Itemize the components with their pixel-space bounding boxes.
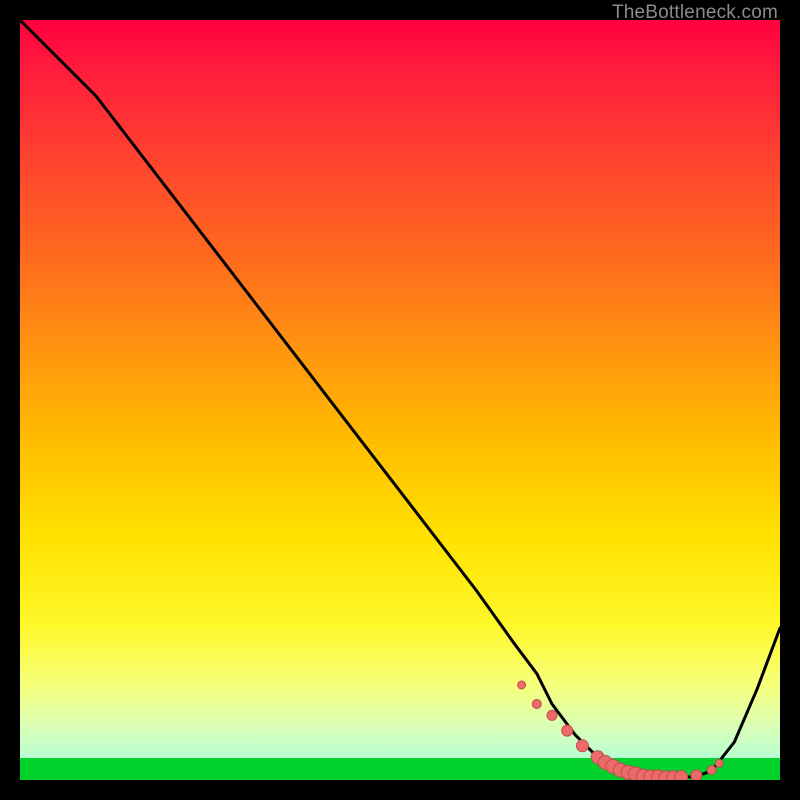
- valley-marker: [651, 770, 665, 780]
- valley-marker: [715, 759, 723, 767]
- valley-marker: [629, 767, 643, 780]
- valley-marker: [644, 770, 658, 780]
- valley-marker: [707, 766, 716, 775]
- valley-marker: [691, 770, 702, 780]
- valley-marker: [613, 763, 627, 777]
- valley-marker: [621, 765, 635, 779]
- valley-marker: [667, 771, 681, 780]
- valley-marker: [659, 771, 673, 780]
- plot-area: [20, 20, 780, 780]
- watermark-text: TheBottleneck.com: [612, 2, 778, 24]
- valley-marker: [606, 759, 620, 773]
- chart-stage: TheBottleneck.com: [0, 0, 800, 800]
- valley-marker: [636, 769, 650, 780]
- valley-marker: [675, 771, 688, 781]
- gradient-bg: [20, 20, 780, 758]
